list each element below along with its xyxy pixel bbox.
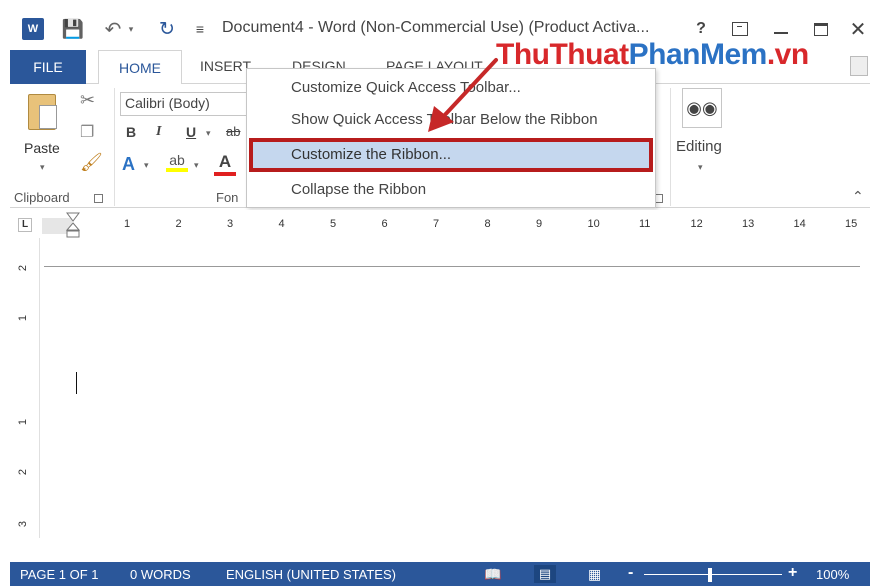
editing-dropdown-icon[interactable]: ▾ [698,162,703,173]
undo-icon[interactable]: ↶ [102,18,124,41]
watermark-logo: ThuThuatPhanMem.vn [496,38,809,72]
ruler-number: 3 [227,218,234,230]
ruler-number: 8 [484,218,491,230]
ruler-number: 2 [175,218,182,230]
maximize-icon[interactable] [812,18,830,40]
tab-insert[interactable]: INSERT [200,58,251,74]
bold-button[interactable]: B [126,124,136,140]
underline-dropdown-icon[interactable]: ▾ [206,128,211,139]
zoom-out-button[interactable]: - [628,564,633,582]
watermark-part1: ThuThuat [496,38,629,71]
ruler-number: 12 [690,218,703,230]
vertical-ruler-number: 2 [17,264,30,272]
ruler-number: 11 [639,218,651,230]
ruler-track[interactable] [42,218,862,234]
horizontal-ruler: L 1 2 3 4 5 6 7 8 9 10 11 12 13 14 15 [10,210,870,238]
ruler-number: 7 [433,218,440,230]
ruler-number: 5 [330,218,337,230]
tab-home[interactable]: HOME [98,50,182,85]
highlight-color-button[interactable]: ab [166,152,188,172]
help-button[interactable]: ? [692,18,710,40]
read-mode-icon[interactable]: 📖 [484,566,501,583]
close-icon[interactable]: ✕ [848,18,868,41]
strikethrough-button[interactable]: ab [226,124,240,139]
indent-marker-icon[interactable] [66,212,80,238]
zoom-level[interactable]: 100% [816,567,849,582]
ruler-number: 10 [587,218,600,230]
word-app-icon[interactable]: W [22,18,44,40]
ruler-number: 15 [845,218,858,230]
sign-in-icon[interactable] [850,56,868,76]
clipboard-dialog-launcher-icon[interactable] [94,194,103,203]
font-name-box[interactable]: Calibri (Body) [120,92,250,116]
vertical-ruler-number: 3 [17,520,30,528]
ruler-number: 14 [793,218,806,230]
text-effects-dropdown-icon[interactable]: ▾ [144,160,149,171]
ruler-number: 1 [124,218,131,230]
minimize-icon[interactable] [772,18,790,40]
zoom-slider-thumb[interactable] [708,568,712,582]
watermark-part2: PhanMem [628,38,768,71]
clipboard-paste-icon[interactable] [28,94,57,130]
document-canvas[interactable] [40,238,870,538]
save-icon[interactable]: 💾 [62,18,84,40]
ruler-number: 13 [742,218,755,230]
window-title: Document4 - Word (Non-Commercial Use) (P… [222,19,650,36]
ribbon-context-menu: Customize Quick Access Toolbar... Show Q… [246,68,656,208]
redo-icon[interactable]: ↻ [156,18,178,40]
page-top-edge [44,266,860,267]
format-painter-icon[interactable]: 🖌 [80,152,103,173]
status-bar: PAGE 1 OF 1 0 WORDS ENGLISH (UNITED STAT… [10,562,870,586]
tab-file[interactable]: FILE [10,50,86,84]
vertical-ruler-number: 1 [17,314,30,322]
menu-collapse-ribbon[interactable]: Collapse the Ribbon [247,174,655,206]
ribbon-display-options-icon[interactable] [730,18,750,40]
ruler-number: 4 [278,218,285,230]
editing-button[interactable]: Editing [676,138,722,155]
tab-selector[interactable]: L [18,218,32,232]
zoom-slider[interactable] [644,574,782,575]
font-color-button[interactable]: A [214,152,236,176]
page-count[interactable]: PAGE 1 OF 1 [20,567,99,582]
word-count[interactable]: 0 WORDS [130,567,191,582]
vertical-ruler: 2 1 1 2 3 [10,238,40,538]
copy-icon[interactable]: ❐ [80,122,94,142]
font-group-label: Fon [216,190,239,205]
customize-qat-icon[interactable]: ≡ [194,18,206,40]
binoculars-find-icon[interactable]: ◉◉ [682,88,722,128]
menu-customize-qat[interactable]: Customize Quick Access Toolbar... [247,72,655,104]
paste-button[interactable]: Paste [24,140,60,156]
language-indicator[interactable]: ENGLISH (UNITED STATES) [226,567,396,582]
cut-icon[interactable]: ✂ [80,90,95,111]
watermark-part3: .vn [766,38,809,71]
zoom-in-button[interactable]: + [788,564,797,582]
text-cursor [76,372,77,394]
undo-dropdown-icon[interactable]: ▾ [126,18,136,40]
italic-button[interactable]: I [156,124,161,140]
text-effects-button[interactable]: A [122,154,135,175]
print-layout-icon[interactable]: ▤ [534,565,556,583]
ruler-number: 6 [381,218,388,230]
web-layout-icon[interactable]: ▦ [588,566,601,583]
group-divider [670,88,671,206]
group-divider [114,88,115,206]
menu-show-qat-below[interactable]: Show Quick Access Toolbar Below the Ribb… [247,104,655,136]
menu-customize-ribbon[interactable]: Customize the Ribbon... [249,138,653,172]
clipboard-group-label: Clipboard [14,190,70,205]
vertical-ruler-number: 1 [17,418,30,426]
underline-button[interactable]: U [186,124,196,140]
vertical-ruler-number: 2 [17,468,30,476]
paste-dropdown-icon[interactable]: ▾ [40,162,45,173]
highlight-dropdown-icon[interactable]: ▾ [194,160,199,171]
collapse-ribbon-chevron-icon[interactable]: ⌃ [852,188,864,205]
ruler-number: 9 [536,218,543,230]
